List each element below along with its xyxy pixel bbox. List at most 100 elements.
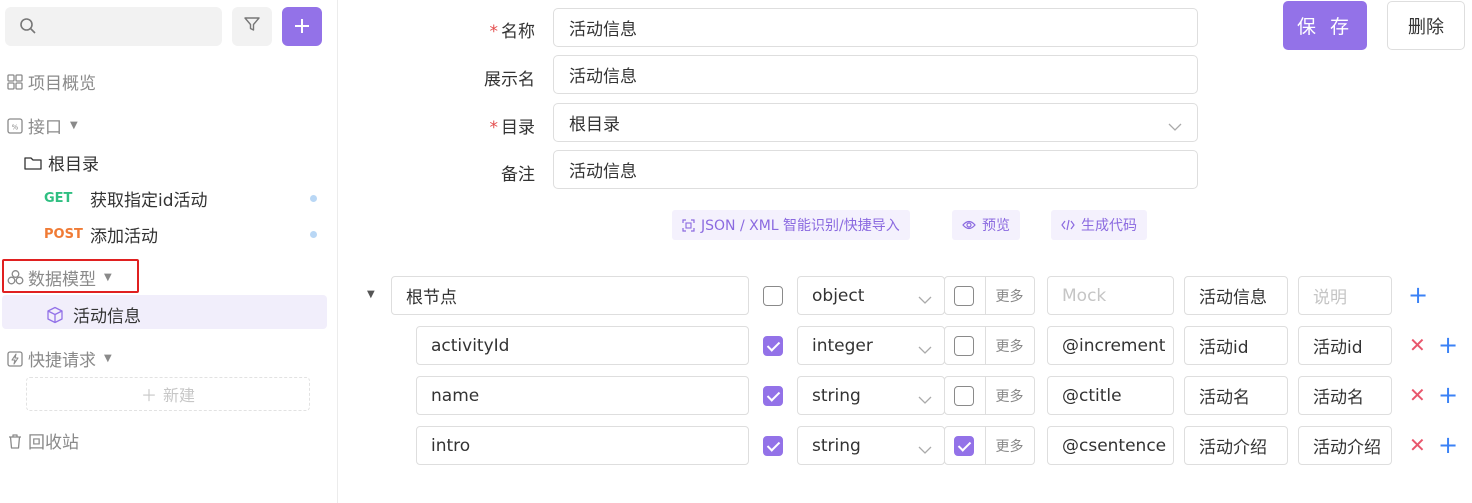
mock-value: @increment <box>1062 335 1166 356</box>
add-child-icon[interactable]: + <box>1408 283 1428 307</box>
plus-icon: ＋ <box>140 386 157 405</box>
delete-button[interactable]: 删除 <box>1387 1 1465 50</box>
import-button[interactable]: JSON / XML 智能识别/快捷导入 <box>672 210 910 240</box>
mock-value: @csentence <box>1062 435 1167 456</box>
add-sibling-icon[interactable]: + <box>1438 333 1458 357</box>
codegen-button[interactable]: 生成代码 <box>1051 210 1147 240</box>
method-badge: GET <box>44 191 73 206</box>
required-checkbox[interactable] <box>763 286 783 306</box>
desc-value: 活动id <box>1313 338 1363 358</box>
more-button[interactable]: 更多 <box>985 326 1035 365</box>
filter-icon <box>243 15 261 38</box>
more-button[interactable]: 更多 <box>985 376 1035 415</box>
directory-value: 根目录 <box>569 115 620 135</box>
title-value: 活动id <box>1199 338 1249 358</box>
caret-down-icon: ▼ <box>104 353 112 364</box>
save-button[interactable]: 保 存 <box>1283 1 1367 50</box>
required-checkbox[interactable] <box>763 386 783 406</box>
api-name: 添加活动 <box>90 227 158 247</box>
name-value: 活动信息 <box>569 20 637 40</box>
preview-button[interactable]: 预览 <box>952 210 1020 240</box>
field-name-input[interactable]: activityId <box>416 326 749 365</box>
preview-label: 预览 <box>982 218 1010 234</box>
add-button[interactable] <box>282 7 322 46</box>
tree-api-post[interactable]: POST 添加活动 <box>44 222 158 247</box>
cube-icon <box>46 306 64 324</box>
note-input[interactable]: 活动信息 <box>553 150 1198 189</box>
title-input[interactable]: 活动信息 <box>1184 276 1288 315</box>
title-value: 活动介绍 <box>1199 438 1267 458</box>
filter-button[interactable] <box>232 7 272 46</box>
type-select[interactable]: string <box>797 376 945 415</box>
status-dot <box>310 195 317 202</box>
status-dot <box>310 231 317 238</box>
nav-quick-requests[interactable]: 快捷请求 ▼ <box>0 346 112 371</box>
more-button[interactable]: 更多 <box>985 426 1035 465</box>
delete-field-icon[interactable]: ✕ <box>1409 335 1426 355</box>
field-name-input[interactable]: 根节点 <box>391 276 749 315</box>
chevron-down-icon <box>918 290 932 310</box>
name-input[interactable]: 活动信息 <box>553 8 1198 47</box>
desc-placeholder: 说明 <box>1313 288 1347 308</box>
desc-input[interactable]: 活动名 <box>1298 376 1392 415</box>
delete-field-icon[interactable]: ✕ <box>1409 385 1426 405</box>
nav-api-label: 接口 <box>28 118 62 138</box>
code-icon <box>1061 219 1075 231</box>
type-select[interactable]: integer <box>797 326 945 365</box>
required-checkbox[interactable] <box>763 436 783 456</box>
nav-overview-label: 项目概览 <box>28 74 96 94</box>
search-input[interactable] <box>5 7 222 46</box>
highlight-box <box>2 259 139 293</box>
mock-value: @ctitle <box>1062 385 1122 406</box>
note-value: 活动信息 <box>569 162 637 182</box>
delete-field-icon[interactable]: ✕ <box>1409 435 1426 455</box>
desc-value: 活动介绍 <box>1313 438 1381 458</box>
display-name-input[interactable]: 活动信息 <box>553 55 1198 94</box>
type-value: string <box>812 435 861 456</box>
type-select[interactable]: string <box>797 426 945 465</box>
more-button[interactable]: 更多 <box>985 276 1035 315</box>
collapse-caret-icon[interactable]: ▼ <box>367 289 375 300</box>
title-input[interactable]: 活动id <box>1184 326 1288 365</box>
chevron-down-icon <box>918 390 932 410</box>
folder-icon <box>24 155 42 171</box>
desc-input[interactable]: 说明 <box>1298 276 1392 315</box>
nav-api[interactable]: % 接口 ▼ <box>0 113 78 138</box>
add-sibling-icon[interactable]: + <box>1438 383 1458 407</box>
nav-overview[interactable]: 项目概览 <box>0 69 96 94</box>
title-input[interactable]: 活动名 <box>1184 376 1288 415</box>
field-name: intro <box>431 435 471 456</box>
grid-icon <box>6 73 24 91</box>
directory-select[interactable]: 根目录 <box>553 103 1198 142</box>
new-button[interactable]: ＋ 新建 <box>26 377 310 411</box>
api-icon: % <box>6 117 24 135</box>
field-name: 根节点 <box>406 288 457 308</box>
title-input[interactable]: 活动介绍 <box>1184 426 1288 465</box>
tree-api-get[interactable]: GET 获取指定id活动 <box>44 186 208 211</box>
tree-model-item[interactable]: 活动信息 <box>46 302 141 327</box>
mock-input[interactable]: @increment <box>1047 326 1174 365</box>
type-value: integer <box>812 335 873 356</box>
trash-icon <box>6 432 24 450</box>
codegen-label: 生成代码 <box>1081 218 1137 234</box>
nav-trash[interactable]: 回收站 <box>0 428 79 453</box>
required-checkbox[interactable] <box>763 336 783 356</box>
mock-input[interactable]: @ctitle <box>1047 376 1174 415</box>
nullable-checkbox[interactable] <box>954 436 974 456</box>
desc-input[interactable]: 活动介绍 <box>1298 426 1392 465</box>
add-sibling-icon[interactable]: + <box>1438 433 1458 457</box>
tree-root-folder[interactable]: 根目录 <box>24 150 99 175</box>
nullable-checkbox[interactable] <box>954 336 974 356</box>
search-icon <box>19 17 37 40</box>
field-name-input[interactable]: name <box>416 376 749 415</box>
chevron-down-icon <box>1168 117 1182 137</box>
desc-input[interactable]: 活动id <box>1298 326 1392 365</box>
svg-text:%: % <box>12 123 19 131</box>
field-name-input[interactable]: intro <box>416 426 749 465</box>
nullable-checkbox[interactable] <box>954 286 974 306</box>
type-select[interactable]: object <box>797 276 945 315</box>
mock-input[interactable]: Mock <box>1047 276 1174 315</box>
mock-input[interactable]: @csentence <box>1047 426 1174 465</box>
type-value: object <box>812 285 865 306</box>
nullable-checkbox[interactable] <box>954 386 974 406</box>
